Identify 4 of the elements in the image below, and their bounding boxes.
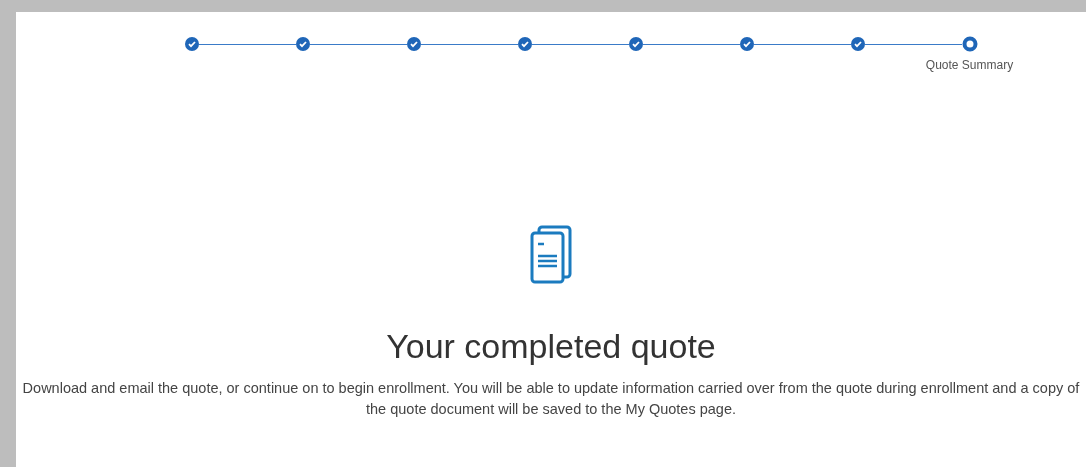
documents-icon — [529, 224, 573, 284]
page-title: Your completed quote — [386, 326, 716, 366]
description-text: Download and email the quote, or continue on to begin enrollment. You will be able to update information carried over from the quote during enrollment and a copy of the quote document will be saved to the My Quotes page. — [21, 379, 1081, 419]
step-label: Quote Summary — [925, 57, 1014, 74]
